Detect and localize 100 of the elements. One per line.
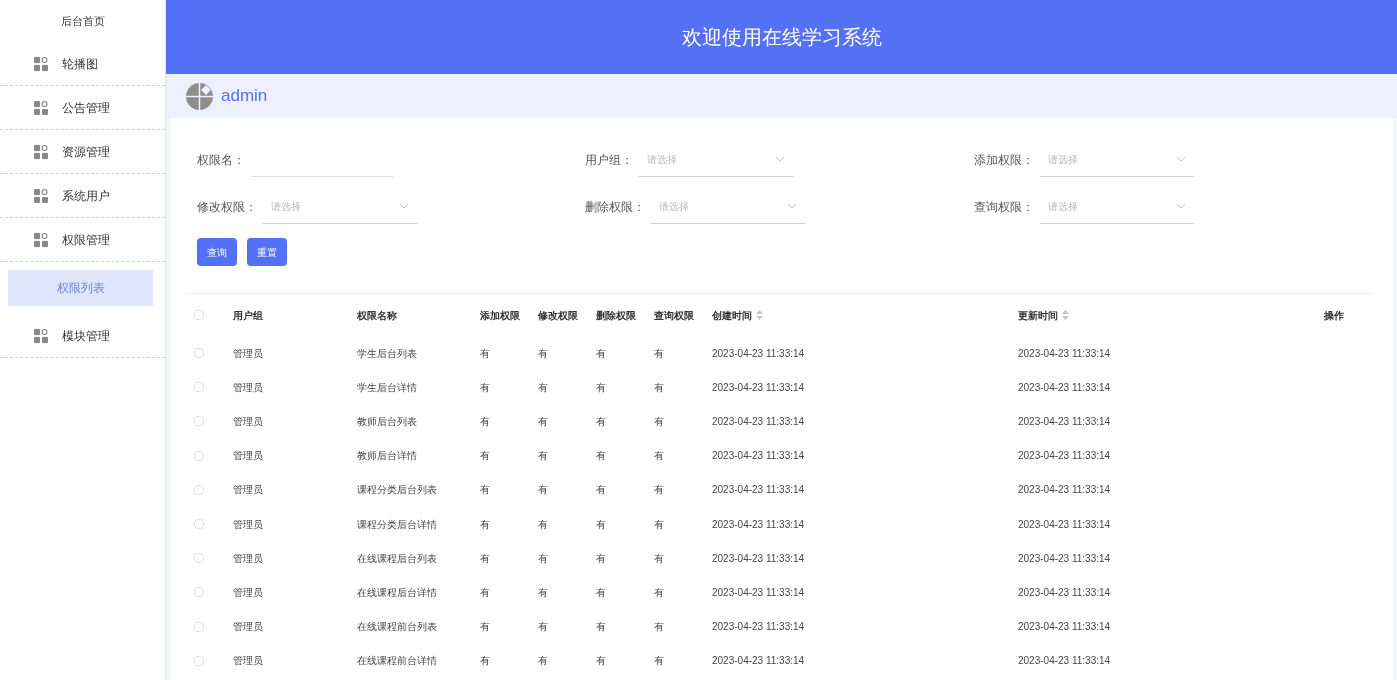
table-cell-text: 有 bbox=[538, 585, 548, 600]
table-cell-text: 有 bbox=[480, 551, 490, 566]
filter-label: 删除权限： bbox=[585, 198, 645, 216]
checkbox[interactable] bbox=[194, 310, 204, 320]
sidebar-item[interactable]: 权限管理 bbox=[0, 218, 165, 262]
chevron-down-icon bbox=[787, 203, 797, 209]
table-cell-text: 学生后台列表 bbox=[357, 346, 417, 361]
table-cell-text: 有 bbox=[654, 380, 664, 395]
table-cell-text: 有 bbox=[538, 449, 548, 464]
checkbox[interactable] bbox=[194, 621, 204, 632]
table-cell-text: 有 bbox=[596, 517, 606, 532]
sidebar-item[interactable]: 轮播图 bbox=[0, 42, 165, 86]
chevron-down-icon bbox=[1176, 203, 1186, 209]
table-cell-text: 有 bbox=[654, 346, 664, 361]
sidebar-item[interactable]: 模块管理 bbox=[0, 314, 165, 358]
filter-label: 修改权限： bbox=[197, 198, 257, 216]
table-cell-text: 有 bbox=[654, 449, 664, 464]
table-cell-text: 2023-04-23 11:33:14 bbox=[1018, 483, 1111, 498]
table-cell-text: 有 bbox=[654, 551, 664, 566]
table-cell-text: 2023-04-23 11:33:14 bbox=[1018, 654, 1111, 669]
search-button[interactable]: 查询 bbox=[197, 238, 237, 266]
checkbox[interactable] bbox=[194, 655, 204, 666]
table-cell-text: 2023-04-23 11:33:14 bbox=[1018, 346, 1111, 361]
column-header: 操作 bbox=[1324, 308, 1344, 323]
column-header[interactable]: 更新时间 bbox=[1018, 307, 1058, 323]
table-cell-text: 在线课程前台列表 bbox=[357, 620, 437, 635]
table-cell-text: 有 bbox=[596, 551, 606, 566]
chevron-down-icon bbox=[775, 156, 785, 162]
table-cell-text: 2023-04-23 11:33:14 bbox=[712, 414, 805, 429]
table-cell-text: 2023-04-23 11:33:14 bbox=[1018, 620, 1111, 635]
sidebar-item[interactable]: 公告管理 bbox=[0, 86, 165, 130]
table-cell-text: 2023-04-23 11:33:14 bbox=[1018, 517, 1111, 532]
table-cell-text: 有 bbox=[538, 517, 548, 532]
module-icon bbox=[34, 232, 48, 247]
table-cell-text: 在线课程前台详情 bbox=[357, 654, 437, 669]
sort-icon[interactable] bbox=[1062, 310, 1069, 320]
table-cell-text: 有 bbox=[538, 346, 548, 361]
column-header: 查询权限 bbox=[654, 308, 694, 323]
table-cell-text: 有 bbox=[596, 449, 606, 464]
table-cell-text: 有 bbox=[538, 380, 548, 395]
table-cell-text: 有 bbox=[480, 654, 490, 669]
checkbox[interactable] bbox=[194, 382, 204, 393]
column-header[interactable]: 创建时间 bbox=[712, 307, 752, 323]
table-cell-text: 管理员 bbox=[233, 654, 263, 669]
table-cell-text: 管理员 bbox=[233, 346, 263, 361]
column-header: 修改权限 bbox=[538, 308, 578, 323]
table-cell-text: 课程分类后台详情 bbox=[357, 517, 437, 532]
checkbox[interactable] bbox=[194, 519, 204, 530]
table-cell-text: 有 bbox=[596, 414, 606, 429]
table-cell-text: 有 bbox=[480, 517, 490, 532]
reset-button[interactable]: 重置 bbox=[247, 238, 287, 266]
checkbox[interactable] bbox=[194, 484, 204, 495]
filter-label: 权限名： bbox=[197, 151, 245, 169]
table-cell-text: 有 bbox=[654, 483, 664, 498]
checkbox[interactable] bbox=[194, 450, 204, 461]
table-cell-text: 管理员 bbox=[233, 620, 263, 635]
table-cell-text: 有 bbox=[480, 449, 490, 464]
table-cell-text: 管理员 bbox=[233, 551, 263, 566]
avatar-icon bbox=[186, 82, 213, 110]
table-cell-text: 有 bbox=[538, 551, 548, 566]
column-header: 权限名称 bbox=[357, 308, 397, 323]
sidebar-item[interactable]: 系统用户 bbox=[0, 174, 165, 218]
table-cell-text: 有 bbox=[596, 620, 606, 635]
table-cell-text: 有 bbox=[480, 620, 490, 635]
table-cell-text: 在线课程后台列表 bbox=[357, 551, 437, 566]
checkbox[interactable] bbox=[194, 587, 204, 598]
table-cell-text: 有 bbox=[654, 585, 664, 600]
table-cell-text: 教师后台详情 bbox=[357, 449, 417, 464]
table-cell-text: 有 bbox=[480, 414, 490, 429]
table-cell-text: 有 bbox=[654, 517, 664, 532]
checkbox[interactable] bbox=[194, 553, 204, 564]
table-cell-text: 管理员 bbox=[233, 449, 263, 464]
table-cell-text: 有 bbox=[596, 380, 606, 395]
table-cell-text: 2023-04-23 11:33:14 bbox=[712, 346, 805, 361]
checkbox[interactable] bbox=[194, 348, 204, 359]
home-link[interactable]: 后台首页 bbox=[60, 12, 105, 30]
module-icon bbox=[34, 56, 48, 71]
table-cell-text: 有 bbox=[654, 414, 664, 429]
user-name: admin bbox=[221, 85, 268, 108]
table-cell-text: 有 bbox=[596, 585, 606, 600]
table-cell-text: 管理员 bbox=[233, 517, 263, 532]
checkbox[interactable] bbox=[194, 416, 204, 427]
table-cell-text: 2023-04-23 11:33:14 bbox=[1018, 585, 1111, 600]
column-header: 用户组 bbox=[233, 308, 263, 323]
table-cell-text: 管理员 bbox=[233, 380, 263, 395]
table-cell-text: 有 bbox=[480, 585, 490, 600]
table-cell-text: 2023-04-23 11:33:14 bbox=[712, 654, 805, 669]
table-cell-text: 2023-04-23 11:33:14 bbox=[1018, 449, 1111, 464]
table-cell-text: 有 bbox=[654, 654, 664, 669]
column-header: 添加权限 bbox=[480, 308, 520, 323]
table-cell-text: 有 bbox=[538, 654, 548, 669]
table-cell-text: 有 bbox=[538, 414, 548, 429]
table-cell-text: 2023-04-23 11:33:14 bbox=[1018, 551, 1111, 566]
table-cell-text: 2023-04-23 11:33:14 bbox=[712, 585, 805, 600]
module-icon bbox=[34, 188, 48, 203]
sidebar-item[interactable]: 资源管理 bbox=[0, 130, 165, 174]
chevron-down-icon bbox=[399, 203, 409, 209]
sort-icon[interactable] bbox=[756, 310, 763, 320]
table-cell-text: 有 bbox=[596, 654, 606, 669]
filter-label: 用户组： bbox=[585, 151, 633, 169]
